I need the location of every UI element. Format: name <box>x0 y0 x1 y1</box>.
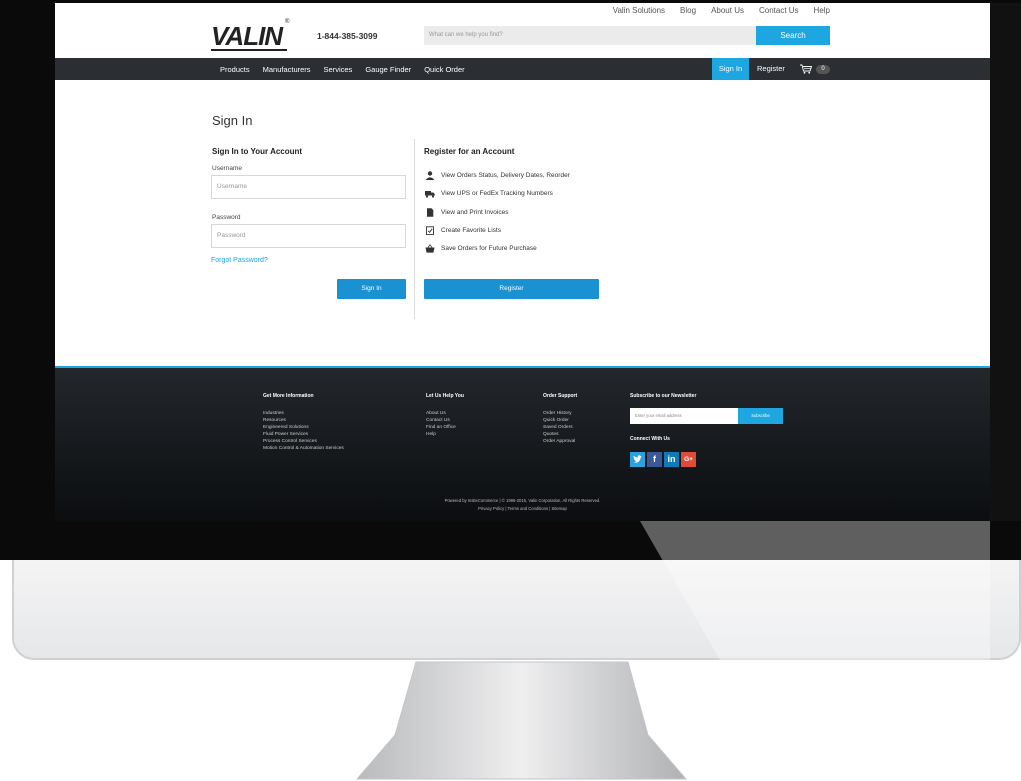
main-nav: Products Manufacturers Services Gauge Finde… <box>55 58 990 80</box>
footer-link-find-an-office[interactable]: Find an Office <box>426 424 456 431</box>
register-button[interactable]: Register <box>424 279 599 299</box>
footer-link-about-us[interactable]: About Us <box>426 410 456 417</box>
utility-link-valin-solutions[interactable]: Valin Solutions <box>613 6 665 15</box>
footer-link-order-approval[interactable]: Order Approval <box>543 438 575 445</box>
benefit-text: Save Orders for Future Purchase <box>441 245 537 252</box>
benefit-text: View and Print Invoices <box>441 209 509 216</box>
nav-item-gauge-finder[interactable]: Gauge Finder <box>365 65 411 74</box>
footer-link-fluid-power-services[interactable]: Fluid Power Services <box>263 431 344 438</box>
register-heading: Register for an Account <box>424 147 515 156</box>
footer-link-saved-orders[interactable]: Saved Orders <box>543 424 575 431</box>
monitor-bezel-right <box>990 3 1021 521</box>
valin-logo[interactable]: VALIN ® <box>211 19 290 52</box>
username-field[interactable]: Username <box>211 175 406 199</box>
nav-sign-in[interactable]: Sign In <box>712 58 749 80</box>
footer-heading-info: Get More Information <box>263 393 314 399</box>
signin-heading: Sign In to Your Account <box>212 147 303 156</box>
connect-heading: Connect With Us <box>630 436 670 442</box>
benefit-item: View and Print Invoices <box>425 208 508 217</box>
phone-number: 1-844-385-3099 <box>317 31 378 41</box>
password-field[interactable]: Password <box>211 224 406 248</box>
search-input[interactable]: What can we help you find? <box>424 26 756 45</box>
browser-screen: Valin Solutions Blog About Us Contact Us Hel… <box>55 3 990 521</box>
benefit-item: Save Orders for Future Purchase <box>425 244 537 253</box>
nav-register[interactable]: Register <box>757 58 785 80</box>
cart-icon[interactable] <box>800 64 812 74</box>
googleplus-icon[interactable]: G+ <box>681 452 696 467</box>
subscribe-button[interactable]: Subscribe <box>738 408 783 424</box>
nav-item-products[interactable]: Products <box>220 65 250 74</box>
page-title: Sign In <box>212 113 253 128</box>
footer-link-contact-us[interactable]: Contact Us <box>426 417 456 424</box>
benefit-text: View Orders Status, Delivery Dates, Reor… <box>441 172 570 179</box>
footer-list-info: Industries Resources Engineered Solutions F… <box>263 410 344 452</box>
username-label: Username <box>212 165 242 172</box>
utility-link-contact-us[interactable]: Contact Us <box>759 6 799 15</box>
footer-link-help[interactable]: Help <box>426 431 456 438</box>
footer: Get More Information Industries Resources… <box>55 366 990 521</box>
benefit-text: Create Favorite Lists <box>441 227 501 234</box>
footer-link-order-history[interactable]: Order History <box>543 410 575 417</box>
column-divider <box>414 139 415 319</box>
utility-link-blog[interactable]: Blog <box>680 6 696 15</box>
nav-item-quick-order[interactable]: Quick Order <box>424 65 464 74</box>
footer-link-process-control-services[interactable]: Process Control Services <box>263 438 344 445</box>
footer-link-resources[interactable]: Resources <box>263 417 344 424</box>
newsletter-heading: Subscribe to our Newsletter <box>630 393 697 399</box>
cart-count-badge: 0 <box>816 65 830 74</box>
nav-menu: Products Manufacturers Services Gauge Finde… <box>220 58 465 80</box>
search-button[interactable]: Search <box>756 26 830 45</box>
user-icon <box>425 171 435 180</box>
logo-underline <box>211 49 287 51</box>
footer-list-order-support: Order History Quick Order Saved Orders Quot… <box>543 410 575 445</box>
truck-icon <box>425 189 435 198</box>
copyright-text: Powered by InsiteCommerce | © 1996-2015,… <box>444 498 601 503</box>
linkedin-icon[interactable]: in <box>664 452 679 467</box>
benefit-item: View UPS or FedEx Tracking Numbers <box>425 189 553 198</box>
monitor-chin <box>12 560 1021 660</box>
benefit-item: View Orders Status, Delivery Dates, Reor… <box>425 171 570 180</box>
page-spacer <box>55 324 990 366</box>
newsletter-email-input[interactable]: Enter your email address <box>630 408 738 424</box>
footer-legal-links[interactable]: Privacy Policy | Terms and Conditions | … <box>55 506 990 511</box>
sign-in-button[interactable]: Sign In <box>337 279 406 299</box>
password-label: Password <box>212 214 241 221</box>
checklist-icon <box>425 226 435 236</box>
benefit-item: Create Favorite Lists <box>425 226 501 236</box>
nav-item-manufacturers[interactable]: Manufacturers <box>263 65 311 74</box>
footer-heading-help: Let Us Help You <box>426 393 464 399</box>
utility-link-about-us[interactable]: About Us <box>711 6 744 15</box>
footer-link-engineered-solutions[interactable]: Engineered Solutions <box>263 424 344 431</box>
footer-link-industries[interactable]: Industries <box>263 410 344 417</box>
utility-links: Valin Solutions Blog About Us Contact Us Hel… <box>613 6 830 15</box>
twitter-icon[interactable] <box>630 452 645 467</box>
footer-link-motion-control-automation-services[interactable]: Motion Control & Automation Services <box>263 445 344 452</box>
footer-link-quick-order[interactable]: Quick Order <box>543 417 575 424</box>
footer-heading-order-support: Order Support <box>543 393 578 399</box>
forgot-password-link[interactable]: Forgot Password? <box>211 257 268 264</box>
nav-item-services[interactable]: Services <box>324 65 353 74</box>
utility-bar: Valin Solutions Blog About Us Contact Us Hel… <box>55 3 990 21</box>
document-icon <box>425 208 435 217</box>
basket-icon <box>425 244 435 253</box>
utility-link-help[interactable]: Help <box>814 6 830 15</box>
footer-link-quotes[interactable]: Quotes <box>543 431 575 438</box>
benefit-text: View UPS or FedEx Tracking Numbers <box>441 190 553 197</box>
facebook-icon[interactable]: f <box>647 452 662 467</box>
footer-list-help: About Us Contact Us Find an Office Help <box>426 410 456 438</box>
